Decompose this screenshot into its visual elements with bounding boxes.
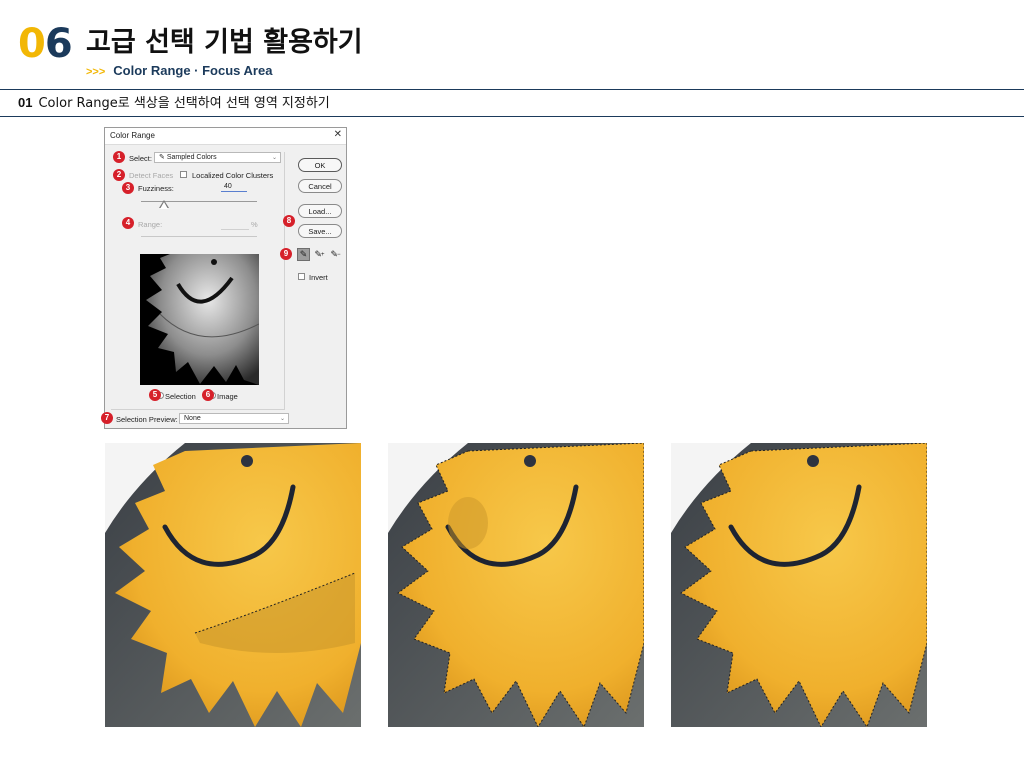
sun-photo-graphic — [388, 443, 644, 727]
section-number: 01 — [18, 95, 33, 110]
chapter-number-second-digit: 6 — [44, 21, 73, 67]
preview-mask-graphic — [140, 254, 259, 385]
bottom-rule — [0, 116, 1024, 117]
callout-badge-3: 3 — [122, 182, 134, 194]
dialog-title: Color Range — [110, 131, 155, 140]
sun-photo-graphic — [105, 443, 361, 727]
ok-button[interactable]: OK — [298, 158, 342, 172]
cancel-button[interactable]: Cancel — [298, 179, 342, 193]
color-range-dialog: Color Range ✕ Select: ✎ Sampled Colors ⌄… — [104, 127, 347, 429]
eyedropper-minus-icon[interactable]: ✎ − — [329, 248, 342, 261]
callout-badge-7: 7 — [101, 412, 113, 424]
callout-badge-9: 9 — [280, 248, 292, 260]
callout-badge-2: 2 — [113, 169, 125, 181]
sun-photo-1 — [105, 443, 361, 727]
eyedropper-icon[interactable]: ✎ — [297, 248, 310, 261]
callout-badge-5: 5 — [149, 389, 161, 401]
sun-photo-2 — [388, 443, 644, 727]
callout-badge-4: 4 — [122, 217, 134, 229]
close-icon[interactable]: ✕ — [334, 129, 342, 140]
chapter-number: 06 — [18, 21, 73, 67]
page-title: 고급 선택 기법 활용하기 — [86, 27, 363, 58]
image-radio-label: Image — [217, 392, 238, 401]
selection-radio-label: Selection — [165, 392, 196, 401]
selection-preview-value: None — [184, 415, 201, 422]
invert-checkbox[interactable] — [298, 273, 305, 280]
subtitle-text: Color Range · Focus Area — [113, 63, 273, 78]
chevron-down-icon: ⌄ — [279, 416, 285, 422]
section-heading: 01 Color Range로 색상을 선택하여 선택 영역 지정하기 — [18, 94, 330, 113]
sun-photo-3 — [671, 443, 927, 727]
save-button[interactable]: Save... — [298, 224, 342, 238]
selection-preview-image — [140, 254, 259, 385]
section-text: Color Range로 색상을 선택하여 선택 영역 지정하기 — [38, 96, 330, 111]
callout-badge-8: 8 — [283, 215, 295, 227]
chapter-number-first-digit: 0 — [18, 21, 46, 67]
callout-badge-6: 6 — [202, 389, 214, 401]
subtitle-arrow: >>> — [86, 66, 106, 78]
selection-preview-label: Selection Preview: — [116, 415, 178, 424]
eyedropper-plus-icon[interactable]: ✎ + — [313, 248, 326, 261]
load-button[interactable]: Load... — [298, 204, 342, 218]
callout-badge-1: 1 — [113, 151, 125, 163]
top-rule — [0, 89, 1024, 90]
sun-photo-graphic — [671, 443, 927, 727]
invert-label: Invert — [309, 273, 328, 282]
selection-preview-dropdown[interactable]: None ⌄ — [179, 413, 289, 424]
page-subtitle: >>> Color Range · Focus Area — [86, 62, 272, 81]
